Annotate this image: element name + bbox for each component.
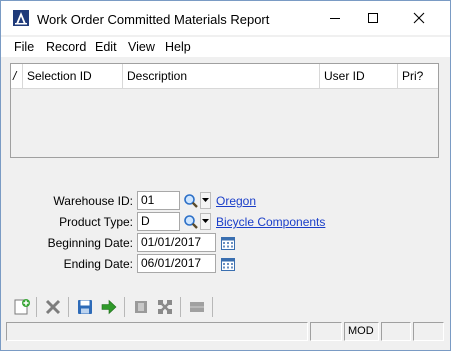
search-icon — [183, 214, 198, 229]
status-bar: MOD — [6, 322, 444, 341]
menu-edit[interactable]: Edit — [95, 40, 117, 54]
new-record-icon — [14, 299, 30, 315]
column-description[interactable]: Description — [123, 64, 320, 89]
beginning-date-calendar-button[interactable] — [219, 234, 236, 251]
delete-icon — [45, 299, 61, 315]
warehouse-lookup-button[interactable] — [182, 192, 199, 209]
menu-file[interactable]: File — [14, 40, 34, 54]
search-icon — [183, 193, 198, 208]
save-button[interactable] — [75, 297, 95, 317]
ending-date-calendar-button[interactable] — [219, 255, 236, 272]
maximize-button[interactable] — [350, 1, 396, 35]
dropdown-arrow-icon — [202, 198, 209, 202]
maximize-icon — [368, 13, 378, 23]
window-title: Work Order Committed Materials Report — [37, 12, 270, 27]
minimize-icon — [330, 18, 340, 19]
copy-button[interactable] — [131, 297, 151, 317]
selection-grid[interactable]: / Selection ID Description User ID Pri? — [10, 63, 439, 158]
menu-record[interactable]: Record — [46, 40, 86, 54]
beginning-date-field[interactable]: 01/01/2017 — [137, 233, 216, 252]
toolbar-separator — [212, 297, 213, 317]
menu-help[interactable]: Help — [165, 40, 191, 54]
close-button[interactable] — [396, 1, 442, 35]
menu-view[interactable]: View — [128, 40, 155, 54]
status-mode: MOD — [344, 322, 379, 341]
calendar-icon — [220, 257, 235, 271]
delete-button[interactable] — [43, 297, 63, 317]
column-user-id[interactable]: User ID — [320, 64, 398, 89]
column-selection-id[interactable]: Selection ID — [23, 64, 123, 89]
product-type-field[interactable]: D — [137, 212, 180, 231]
toolbar-separator — [68, 297, 69, 317]
product-type-lookup-button[interactable] — [182, 213, 199, 230]
collapse-icon — [158, 300, 172, 314]
column-priority[interactable]: Pri? — [398, 64, 438, 89]
menu-bar: File Record Edit View Help — [1, 37, 450, 57]
new-record-button[interactable] — [12, 297, 32, 317]
collapse-button[interactable] — [155, 297, 175, 317]
ending-date-label: Ending Date: — [63, 257, 133, 271]
product-type-label: Product Type: — [59, 215, 133, 229]
beginning-date-label: Beginning Date: — [47, 236, 133, 250]
list-icon — [190, 302, 204, 312]
warehouse-link[interactable]: Oregon — [216, 194, 256, 208]
toolbar — [1, 293, 450, 321]
toolbar-separator — [36, 297, 37, 317]
run-report-button[interactable] — [99, 297, 119, 317]
run-report-icon — [101, 299, 117, 315]
status-panel-blank — [413, 322, 444, 341]
grid-header: / Selection ID Description User ID Pri? — [11, 64, 438, 89]
status-panel-blank — [381, 322, 411, 341]
title-bar: Work Order Committed Materials Report — [1, 1, 450, 35]
list-button[interactable] — [187, 297, 207, 317]
warehouse-id-field[interactable]: 01 — [137, 191, 180, 210]
app-logo-icon — [13, 10, 29, 26]
product-type-dropdown-button[interactable] — [200, 213, 211, 230]
ending-date-field[interactable]: 06/01/2017 — [137, 254, 216, 273]
copy-icon — [135, 301, 147, 313]
save-icon — [78, 300, 92, 314]
warehouse-dropdown-button[interactable] — [200, 192, 211, 209]
toolbar-separator — [180, 297, 181, 317]
report-window: Work Order Committed Materials Report Fi… — [0, 0, 451, 351]
status-panel-message — [6, 322, 308, 341]
toolbar-separator — [124, 297, 125, 317]
warehouse-label: Warehouse ID: — [53, 194, 133, 208]
close-icon — [413, 12, 425, 24]
status-panel-blank — [310, 322, 342, 341]
dropdown-arrow-icon — [202, 219, 209, 223]
calendar-icon — [220, 236, 235, 250]
row-marker-header: / — [11, 64, 23, 89]
product-type-link[interactable]: Bicycle Components — [216, 215, 325, 229]
